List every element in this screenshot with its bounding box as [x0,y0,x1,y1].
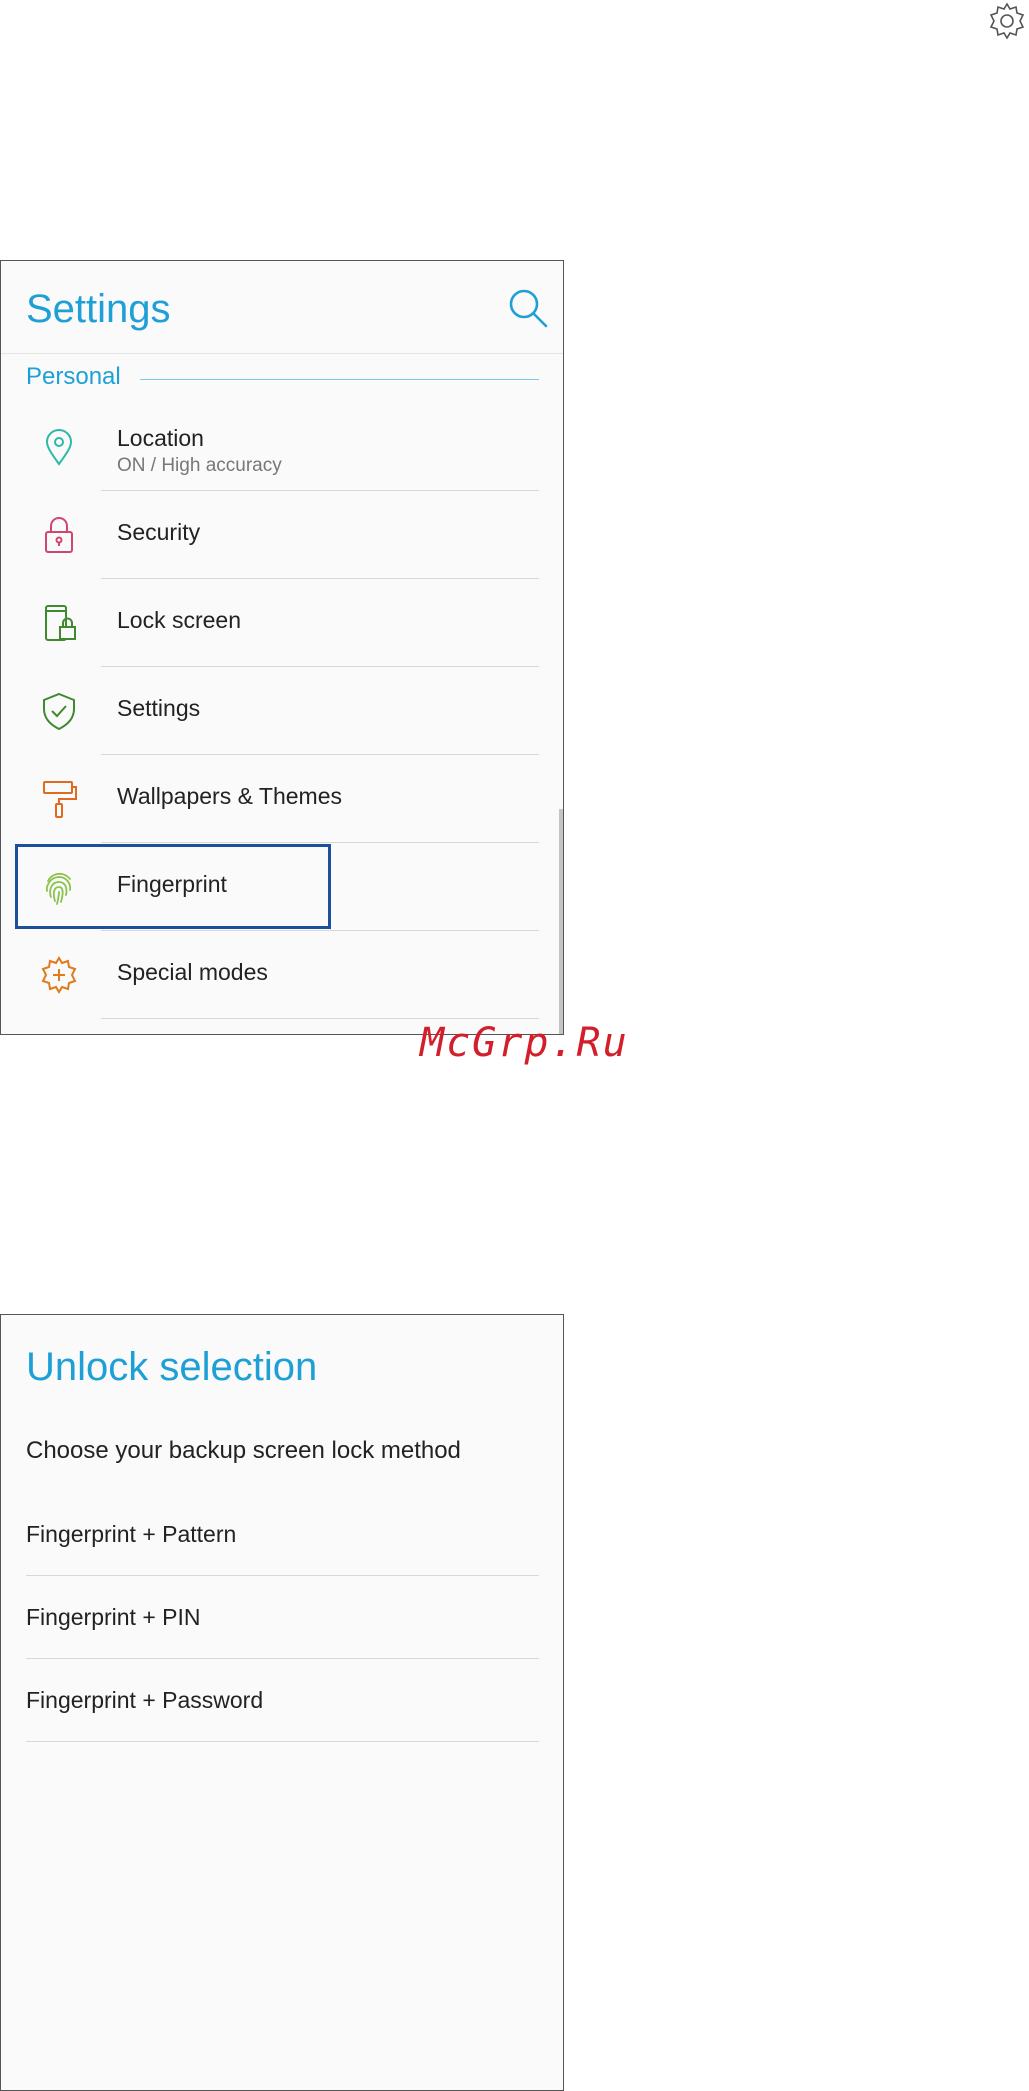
option-label: Fingerprint + Pattern [26,1521,237,1547]
app-bar: Settings [1,261,563,354]
page-title: Unlock selection [26,1345,318,1389]
watermark: McGrp.Ru [420,1020,629,1066]
settings-item-wallpapers-themes[interactable]: Wallpapers & Themes [1,755,539,843]
settings-item-security[interactable]: Security [1,491,539,579]
settings-item-lock-screen[interactable]: Lock screen [1,579,539,667]
shield-check-icon [43,692,75,731]
fingerprint-highlight-callout [15,844,331,929]
item-subtitle: ON / High accuracy [117,455,282,476]
option-label: Fingerprint + PIN [26,1604,201,1630]
item-label: Wallpapers & Themes [117,783,342,809]
settings-item-special-modes[interactable]: Special modes [1,931,539,1019]
gear-plus-icon [41,956,77,994]
divider [26,1741,539,1742]
lock-icon [45,517,73,553]
gear-icon[interactable] [986,0,1028,42]
divider [101,1018,539,1019]
option-fingerprint-pin[interactable]: Fingerprint + PIN [26,1576,539,1659]
option-label: Fingerprint + Password [26,1687,264,1713]
settings-screen: Settings Personal Location ON / High acc… [0,260,564,1035]
location-pin-icon [45,429,73,466]
paint-roller-icon [43,781,77,818]
option-fingerprint-password[interactable]: Fingerprint + Password [26,1659,539,1742]
item-label: Location [117,425,204,451]
section-header-personal: Personal [26,353,539,403]
settings-item-location[interactable]: Location ON / High accuracy [1,403,539,491]
item-label: Settings [117,695,201,721]
unlock-selection-screen: Unlock selection Choose your backup scre… [0,1314,564,2091]
search-icon[interactable] [506,286,550,330]
scrollbar[interactable] [559,809,563,1034]
item-label: Special modes [117,959,268,985]
option-fingerprint-pattern[interactable]: Fingerprint + Pattern [26,1493,539,1576]
phone-lock-icon [45,605,76,641]
settings-item-settings[interactable]: Settings [1,667,539,755]
page-subtitle: Choose your backup screen lock method [26,1437,461,1464]
page-title: Settings [26,287,171,331]
section-divider [140,379,539,380]
section-label: Personal [26,363,121,390]
item-label: Security [117,519,201,545]
item-label: Lock screen [117,607,242,633]
